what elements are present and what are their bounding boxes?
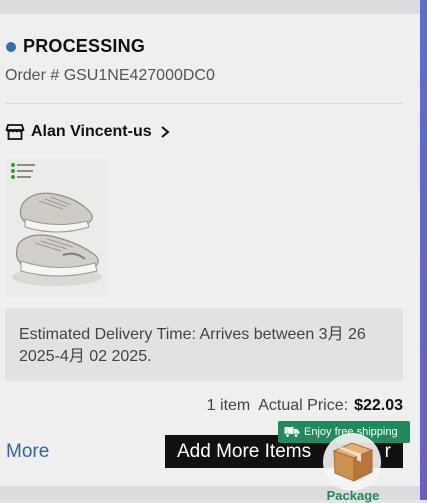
- status-label: PROCESSING: [23, 36, 146, 56]
- divider: [5, 103, 403, 104]
- delivery-text: Estimated Delivery Time: Arrives between…: [19, 326, 366, 365]
- store-icon: [5, 124, 25, 140]
- sneakers-icon: [5, 159, 109, 297]
- price-value: $22.03: [354, 397, 403, 414]
- chevron-right-icon: [160, 126, 170, 138]
- more-link[interactable]: More: [6, 441, 49, 463]
- package-label: Package: [326, 488, 380, 503]
- top-separator: [0, 0, 420, 14]
- screen-edge: [420, 0, 427, 500]
- order-number: Order # GSU1NE427000DC0: [5, 67, 215, 84]
- item-count: 1 item: [206, 397, 251, 414]
- delivery-info-box: Estimated Delivery Time: Arrives between…: [5, 308, 403, 381]
- price-label: Actual Price:: [258, 397, 349, 414]
- order-summary: 1 item Actual Price: $22.03: [207, 397, 403, 415]
- status-dot-icon: [6, 41, 16, 52]
- package-box-icon: [332, 442, 374, 482]
- product-image[interactable]: [5, 159, 109, 297]
- store-link[interactable]: Alan Vincent-us: [5, 122, 170, 142]
- store-name: Alan Vincent-us: [31, 123, 152, 140]
- add-more-items-label: Add More Items: [177, 440, 312, 462]
- order-status: PROCESSING: [6, 36, 145, 57]
- truck-icon: [284, 427, 300, 438]
- package-button[interactable]: Package: [319, 433, 387, 503]
